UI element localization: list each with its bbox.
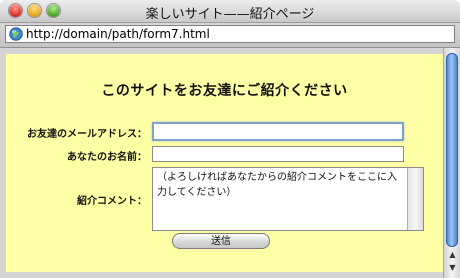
window-scrollbar[interactable]: ▲ ▼ bbox=[443, 48, 460, 278]
browser-window: 楽しいサイト——紹介ページ http://domain/path/form7.h… bbox=[0, 0, 460, 278]
scrollbar-thumb[interactable] bbox=[446, 53, 458, 247]
friend-email-input[interactable] bbox=[152, 122, 404, 141]
comment-textarea[interactable]: （よろしければあなたからの紹介コメントをここに入力してください） bbox=[152, 167, 424, 231]
scroll-down-arrow-icon[interactable]: ▼ bbox=[447, 262, 458, 273]
page-content: このサイトをお友達にご紹介ください お友達のメールアドレス： あなたのお名前： … bbox=[6, 54, 443, 272]
title-bar[interactable]: 楽しいサイト——紹介ページ bbox=[0, 0, 460, 23]
url-text: http://domain/path/form7.html bbox=[26, 27, 210, 41]
comment-scrollbar[interactable] bbox=[407, 168, 423, 230]
comment-label: 紹介コメント： bbox=[77, 196, 147, 207]
scroll-up-arrow-icon[interactable]: ▲ bbox=[447, 249, 458, 260]
name-label: あなたのお名前： bbox=[67, 152, 147, 163]
submit-button[interactable]: 送信 bbox=[172, 233, 270, 249]
url-field[interactable]: http://domain/path/form7.html bbox=[5, 25, 455, 43]
page-heading: このサイトをお友達にご紹介ください bbox=[101, 83, 348, 99]
globe-icon bbox=[9, 27, 23, 41]
window-title: 楽しいサイト——紹介ページ bbox=[145, 7, 315, 22]
comment-text: （よろしければあなたからの紹介コメントをここに入力してください） bbox=[157, 172, 397, 198]
email-label: お友達のメールアドレス： bbox=[27, 129, 147, 140]
address-bar: http://domain/path/form7.html bbox=[0, 23, 460, 48]
your-name-input[interactable] bbox=[152, 146, 404, 162]
